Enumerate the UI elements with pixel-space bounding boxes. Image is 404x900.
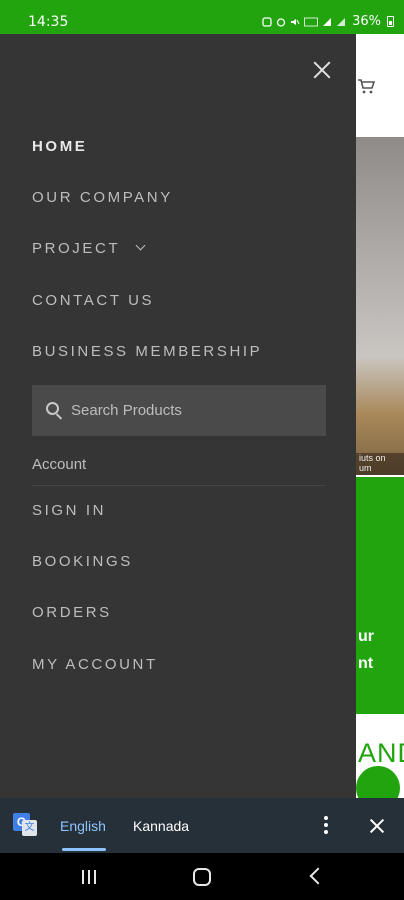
menu-item-label: PROJECT [32,240,120,257]
status-bar: 14:35 36% [0,0,404,34]
banner-text: ur nt [358,628,374,672]
back-icon[interactable] [309,867,327,885]
hero-image [356,137,404,475]
google-translate-icon[interactable]: G 文 [13,813,37,837]
menu-item-sign-in[interactable]: SIGN IN [32,502,106,519]
section-heading-fragment: AND [358,738,404,768]
selected-lang-indicator [62,848,106,851]
menu-item-label: OUR COMPANY [32,189,173,206]
volte-icon [304,17,318,26]
menu-item-label: CONTACT US [32,292,155,309]
menu-item-bookings[interactable]: BOOKINGS [32,553,133,570]
chevron-down-icon[interactable] [135,240,146,251]
nav-drawer: HOME OUR COMPANY PROJECT CONTACT US BUSI… [0,34,356,798]
menu-item-project[interactable]: PROJECT [32,240,146,257]
system-nav-bar [0,853,404,900]
home-icon[interactable] [193,868,211,886]
menu-item-contact-us[interactable]: CONTACT US [32,292,154,309]
alarm-icon [276,17,286,27]
battery-percent: 36% [352,14,381,29]
status-time: 14:35 [28,14,69,30]
search-box[interactable] [32,385,326,436]
mute-icon [291,18,300,25]
menu-item-business-membership[interactable]: BUSINESS MEMBERSHIP [32,343,262,360]
menu-item-label: MY ACCOUNT [32,656,158,673]
menu-item-our-company[interactable]: OUR COMPANY [32,189,173,206]
menu-item-label: ORDERS [32,604,112,621]
cart-icon [358,79,376,94]
close-icon[interactable] [306,54,338,86]
hero-caption: iuts on um [356,453,404,475]
menu-item-label: BUSINESS MEMBERSHIP [32,343,263,360]
menu-item-home[interactable]: HOME [32,138,87,155]
nfc-icon [262,16,272,27]
battery-icon [387,16,394,27]
search-icon[interactable] [45,401,65,421]
more-options-icon[interactable] [318,815,334,835]
green-banner [356,477,404,714]
account-heading: Account [32,456,87,473]
close-translate-icon[interactable] [366,815,388,837]
lang-tab-english[interactable]: English [60,818,106,834]
menu-item-orders[interactable]: ORDERS [32,604,112,621]
menu-item-label: SIGN IN [32,502,107,519]
translate-bar: G 文 English Kannada [0,798,404,853]
divider [32,485,326,486]
signal-icon [337,17,346,26]
recents-icon[interactable] [81,869,97,885]
status-icons: 36% [262,14,394,29]
menu-item-my-account[interactable]: MY ACCOUNT [32,656,158,673]
menu-item-label: HOME [32,138,88,155]
lang-tab-kannada[interactable]: Kannada [133,818,189,834]
screen: 14:35 36% iuts on um ur nt AND HOME OUR … [0,0,404,900]
signal-icon [323,17,332,26]
menu-item-label: BOOKINGS [32,553,133,570]
search-input[interactable] [71,402,301,419]
